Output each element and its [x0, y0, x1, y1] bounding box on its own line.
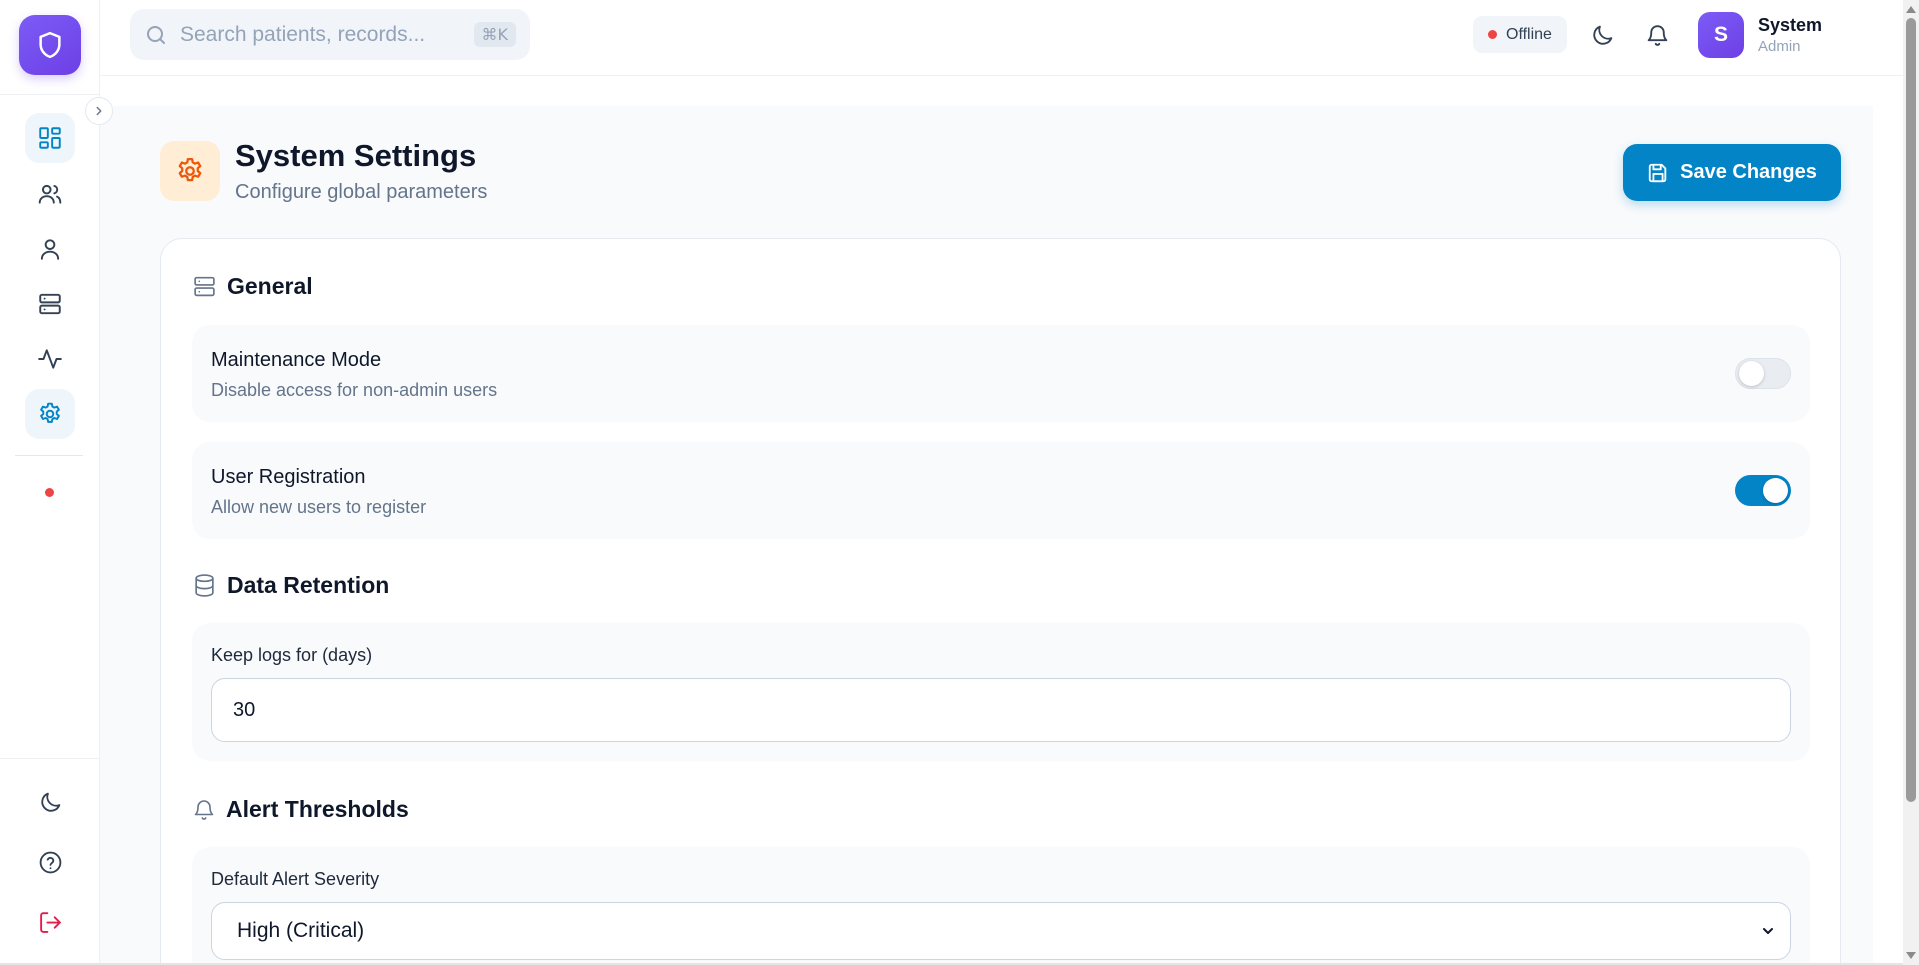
- scroll-up-arrow[interactable]: [1906, 6, 1916, 13]
- section-general-header: General: [192, 273, 313, 300]
- gear-icon: [178, 158, 202, 182]
- user-registration-toggle[interactable]: [1735, 475, 1791, 506]
- top-header: Search patients, records... ⌘K Offline S…: [100, 0, 1903, 76]
- sidebar-item-profile[interactable]: [25, 224, 75, 274]
- server-icon: [39, 293, 61, 315]
- user-avatar[interactable]: S: [1698, 12, 1744, 58]
- log-retention-days-input[interactable]: 30: [211, 678, 1791, 742]
- save-icon: [1648, 163, 1667, 182]
- users-icon: [38, 184, 62, 204]
- sidebar: [0, 0, 100, 965]
- chevron-right-icon: [96, 106, 102, 116]
- bell-icon: [1647, 24, 1667, 46]
- section-alerts-header: Alert Thresholds: [192, 796, 409, 823]
- setting-title: Maintenance Mode: [211, 349, 382, 371]
- setting-row-registration: User Registration Allow new users to reg…: [192, 442, 1810, 539]
- status-dot: [1488, 30, 1497, 39]
- sidebar-item-users[interactable]: [25, 169, 75, 219]
- setting-description: Disable access for non-admin users: [211, 380, 498, 400]
- scroll-thumb[interactable]: [1906, 18, 1916, 802]
- app-logo[interactable]: [19, 15, 81, 75]
- setting-row-retention: Keep logs for (days) 30: [192, 623, 1810, 761]
- dashboard-icon: [39, 127, 61, 149]
- sidebar-help[interactable]: [25, 837, 75, 887]
- selected-option: High (Critical): [237, 919, 365, 942]
- connection-status-badge: Offline: [1473, 16, 1567, 53]
- activity-icon: [38, 349, 62, 369]
- alert-severity-select[interactable]: High (Critical): [211, 902, 1791, 960]
- connection-status-dot: [45, 488, 54, 497]
- toggle-knob: [1739, 361, 1764, 386]
- maintenance-mode-toggle[interactable]: [1735, 358, 1791, 389]
- setting-title: User Registration: [211, 466, 366, 488]
- bell-icon: [194, 799, 214, 820]
- theme-toggle-button[interactable]: [1587, 20, 1617, 50]
- notifications-button[interactable]: [1642, 20, 1672, 50]
- setting-row-maintenance: Maintenance Mode Disable access for non-…: [192, 325, 1810, 422]
- sidebar-divider: [0, 94, 100, 95]
- user-role: Admin: [1758, 38, 1801, 55]
- search-bar[interactable]: Search patients, records... ⌘K: [130, 9, 530, 60]
- search-icon: [147, 25, 165, 44]
- sidebar-item-servers[interactable]: [25, 279, 75, 329]
- status-label: Offline: [1506, 25, 1552, 43]
- sidebar-divider: [15, 455, 83, 456]
- page-icon: [160, 141, 220, 201]
- user-name[interactable]: System: [1758, 15, 1822, 36]
- sidebar-collapse-button[interactable]: [85, 97, 113, 125]
- scroll-down-arrow[interactable]: [1906, 952, 1916, 959]
- section-title: General: [227, 273, 313, 299]
- field-label: Keep logs for (days): [211, 645, 373, 665]
- setting-row-alert-severity: Default Alert Severity High (Critical): [192, 847, 1810, 965]
- shield-icon: [39, 31, 61, 59]
- logout-icon: [39, 911, 61, 933]
- sidebar-logout[interactable]: [25, 897, 75, 947]
- save-changes-button[interactable]: Save Changes: [1623, 144, 1841, 201]
- moon-icon: [40, 792, 60, 812]
- page-title: System Settings: [235, 138, 477, 173]
- search-input[interactable]: Search patients, records...: [180, 23, 474, 47]
- sidebar-item-dashboard[interactable]: [25, 113, 75, 163]
- chevron-down-icon: [1763, 928, 1773, 934]
- database-icon: [195, 574, 214, 597]
- section-title: Data Retention: [227, 572, 390, 598]
- sidebar-divider: [0, 758, 100, 759]
- page-subtitle: Configure global parameters: [235, 181, 488, 203]
- sidebar-theme-toggle[interactable]: [25, 777, 75, 827]
- help-icon: [39, 851, 61, 873]
- section-retention-header: Data Retention: [192, 572, 389, 599]
- moon-icon: [1592, 25, 1612, 45]
- setting-description: Allow new users to register: [211, 497, 427, 517]
- user-icon: [40, 239, 60, 260]
- field-label: Default Alert Severity: [211, 869, 380, 889]
- search-shortcut-badge: ⌘K: [473, 22, 516, 47]
- toggle-knob: [1763, 478, 1788, 503]
- gear-icon: [40, 402, 60, 423]
- save-button-label: Save Changes: [1680, 161, 1817, 183]
- vertical-scrollbar[interactable]: [1903, 0, 1919, 965]
- server-icon: [194, 276, 215, 297]
- sidebar-item-activity[interactable]: [25, 334, 75, 384]
- sidebar-item-settings[interactable]: [25, 389, 75, 439]
- section-title: Alert Thresholds: [226, 796, 409, 822]
